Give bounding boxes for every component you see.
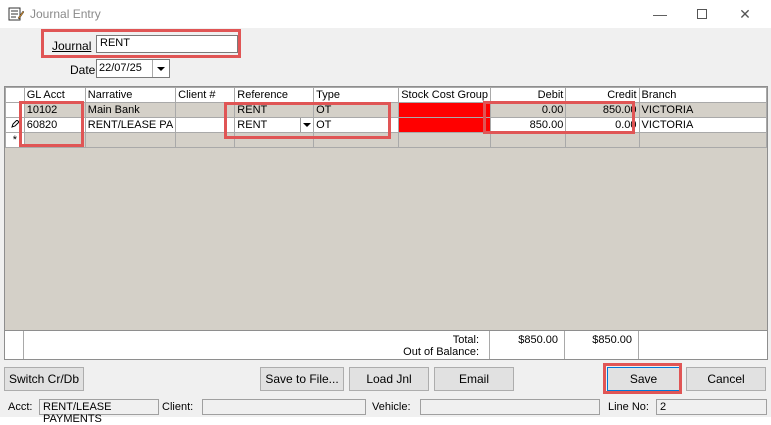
column-header-client[interactable]: Client #	[175, 87, 236, 103]
email-button[interactable]: Email	[434, 367, 514, 391]
date-label: Date	[70, 63, 96, 77]
line-no-value: 2	[656, 399, 767, 415]
maximize-icon[interactable]	[682, 4, 722, 24]
acct-label: Acct:	[8, 401, 33, 413]
total-label: Total:	[452, 334, 479, 346]
row-selector[interactable]	[5, 117, 25, 133]
title-bar: Journal Entry — ✕	[0, 0, 771, 28]
table-header-row: GL Acct Narrative Client # Reference Typ…	[5, 87, 768, 103]
out-of-balance-label: Out of Balance:	[403, 346, 479, 358]
credit-total: $850.00	[592, 334, 632, 346]
cancel-button[interactable]: Cancel	[686, 367, 766, 391]
branch-cell[interactable]: VICTORIA	[638, 117, 768, 133]
column-header-narrative[interactable]: Narrative	[84, 87, 177, 103]
debit-total: $850.00	[518, 334, 558, 346]
totals-panel: Total: Out of Balance: $850.00 $850.00	[4, 330, 768, 360]
vehicle-label: Vehicle:	[372, 401, 411, 413]
date-dropdown-button[interactable]	[152, 60, 169, 77]
type-cell[interactable]: OT	[313, 117, 400, 133]
credit-cell[interactable]: 0.00	[565, 117, 640, 133]
narrative-cell[interactable]: Main Bank	[84, 102, 177, 118]
journal-input[interactable]: RENT	[96, 35, 238, 53]
table-row[interactable]: 60820 RENT/LEASE PA RENT OT 850.00 0.00 …	[5, 117, 768, 133]
pencil-icon	[11, 120, 19, 128]
table-row[interactable]: 10102 Main Bank RENT OT 0.00 850.00 VICT…	[5, 102, 768, 118]
client-cell[interactable]	[175, 117, 236, 133]
chevron-down-icon	[303, 123, 312, 127]
gl-acct-cell[interactable]: 60820	[23, 117, 86, 133]
gl-acct-cell[interactable]: 10102	[23, 102, 86, 118]
reference-value: RENT	[237, 119, 268, 131]
column-header-stock-cost-group[interactable]: Stock Cost Group	[398, 87, 492, 103]
stock-cost-group-cell[interactable]	[398, 102, 492, 118]
vehicle-value	[420, 399, 600, 415]
column-header-debit[interactable]: Debit	[490, 87, 567, 103]
journal-entry-window: Journal Entry — ✕ Journal RENT Date 22/0…	[0, 0, 771, 425]
column-header-type[interactable]: Type	[313, 87, 400, 103]
client-label: Client:	[162, 401, 194, 413]
journal-label: Journal	[52, 39, 92, 53]
save-button[interactable]: Save	[607, 367, 680, 391]
reference-combo[interactable]: RENT	[234, 117, 315, 133]
journal-lines-grid[interactable]: GL Acct Narrative Client # Reference Typ…	[4, 86, 768, 360]
acct-value: RENT/LEASE PAYMENTS	[39, 399, 159, 425]
minimize-icon[interactable]: —	[640, 4, 680, 24]
debit-cell[interactable]: 850.00	[490, 117, 567, 133]
new-row-marker: *	[5, 132, 25, 148]
status-bar: Acct: RENT/LEASE PAYMENTS Client: Vehicl…	[0, 398, 771, 425]
column-header-reference[interactable]: Reference	[234, 87, 315, 103]
journal-icon	[8, 7, 24, 21]
branch-cell[interactable]: VICTORIA	[638, 102, 768, 118]
journal-lines-table: GL Acct Narrative Client # Reference Typ…	[5, 87, 768, 148]
column-header-gl-acct[interactable]: GL Acct	[23, 87, 86, 103]
row-selector[interactable]	[5, 102, 25, 118]
date-value: 22/07/25	[99, 62, 142, 74]
client-cell[interactable]	[175, 102, 236, 118]
line-no-label: Line No:	[608, 401, 649, 413]
save-to-file-button[interactable]: Save to File...	[260, 367, 344, 391]
row-selector-header	[5, 87, 25, 103]
client-value	[202, 399, 366, 415]
close-icon[interactable]: ✕	[725, 4, 765, 24]
credit-cell[interactable]: 850.00	[565, 102, 640, 118]
reference-dropdown-button[interactable]	[300, 118, 313, 132]
narrative-cell[interactable]: RENT/LEASE PA	[84, 117, 177, 133]
chevron-down-icon	[157, 67, 165, 71]
stock-cost-group-cell[interactable]	[398, 117, 492, 133]
new-row[interactable]: *	[5, 132, 768, 148]
reference-cell[interactable]: RENT	[234, 102, 315, 118]
load-jnl-button[interactable]: Load Jnl	[349, 367, 429, 391]
window-title: Journal Entry	[30, 7, 101, 21]
date-picker[interactable]: 22/07/25	[96, 59, 170, 78]
type-cell[interactable]: OT	[313, 102, 400, 118]
switch-cr-db-button[interactable]: Switch Cr/Db	[4, 367, 84, 391]
column-header-branch[interactable]: Branch	[638, 87, 768, 103]
column-header-credit[interactable]: Credit	[565, 87, 640, 103]
debit-cell[interactable]: 0.00	[490, 102, 567, 118]
